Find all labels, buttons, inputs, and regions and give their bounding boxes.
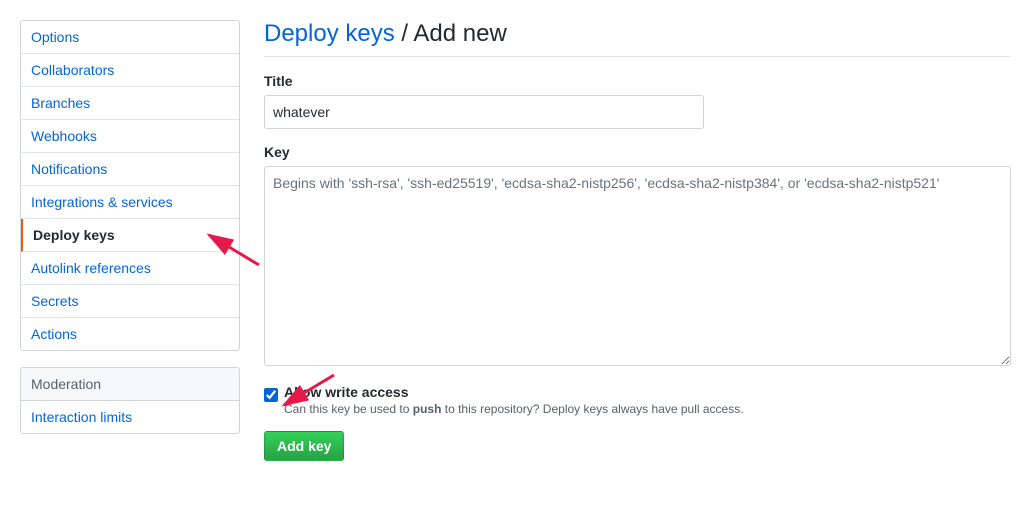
breadcrumb-separator: / xyxy=(395,20,414,47)
breadcrumb-current: Add new xyxy=(413,20,506,47)
deploy-keys-link[interactable]: Deploy keys xyxy=(264,20,395,47)
sidebar-item-branches[interactable]: Branches xyxy=(21,87,239,120)
sidebar-item-webhooks[interactable]: Webhooks xyxy=(21,120,239,153)
moderation-menu: Interaction limits xyxy=(20,400,240,434)
note-prefix: Can this key be used to xyxy=(284,402,413,416)
settings-menu: Options Collaborators Branches Webhooks … xyxy=(20,20,240,351)
main-content: Deploy keys / Add new Title Key Allow wr… xyxy=(264,20,1011,461)
sidebar-item-options[interactable]: Options xyxy=(21,21,239,54)
page-subhead: Deploy keys / Add new xyxy=(264,20,1011,57)
sidebar-item-deploy-keys[interactable]: Deploy keys xyxy=(21,219,239,252)
key-textarea[interactable] xyxy=(264,166,1011,366)
settings-sidebar: Options Collaborators Branches Webhooks … xyxy=(20,20,240,461)
key-label: Key xyxy=(264,144,1011,160)
sidebar-item-interaction-limits[interactable]: Interaction limits xyxy=(21,401,239,433)
moderation-header: Moderation xyxy=(20,367,240,400)
sidebar-item-autolink-references[interactable]: Autolink references xyxy=(21,252,239,285)
sidebar-item-integrations[interactable]: Integrations & services xyxy=(21,186,239,219)
allow-write-access-label[interactable]: Allow write access xyxy=(284,384,1011,400)
sidebar-item-actions[interactable]: Actions xyxy=(21,318,239,350)
sidebar-item-notifications[interactable]: Notifications xyxy=(21,153,239,186)
allow-write-access-note: Can this key be used to push to this rep… xyxy=(284,402,1011,416)
sidebar-item-collaborators[interactable]: Collaborators xyxy=(21,54,239,87)
note-suffix: to this repository? Deploy keys always h… xyxy=(441,402,743,416)
add-key-button[interactable]: Add key xyxy=(264,431,344,461)
key-group: Key xyxy=(264,144,1011,369)
title-group: Title xyxy=(264,73,1011,129)
note-strong: push xyxy=(413,402,442,416)
page-title: Deploy keys / Add new xyxy=(264,20,1011,48)
allow-write-access-checkbox[interactable] xyxy=(264,388,278,402)
title-input[interactable] xyxy=(264,95,704,129)
allow-write-access-group: Allow write access Can this key be used … xyxy=(264,384,1011,416)
title-label: Title xyxy=(264,73,1011,89)
sidebar-item-secrets[interactable]: Secrets xyxy=(21,285,239,318)
